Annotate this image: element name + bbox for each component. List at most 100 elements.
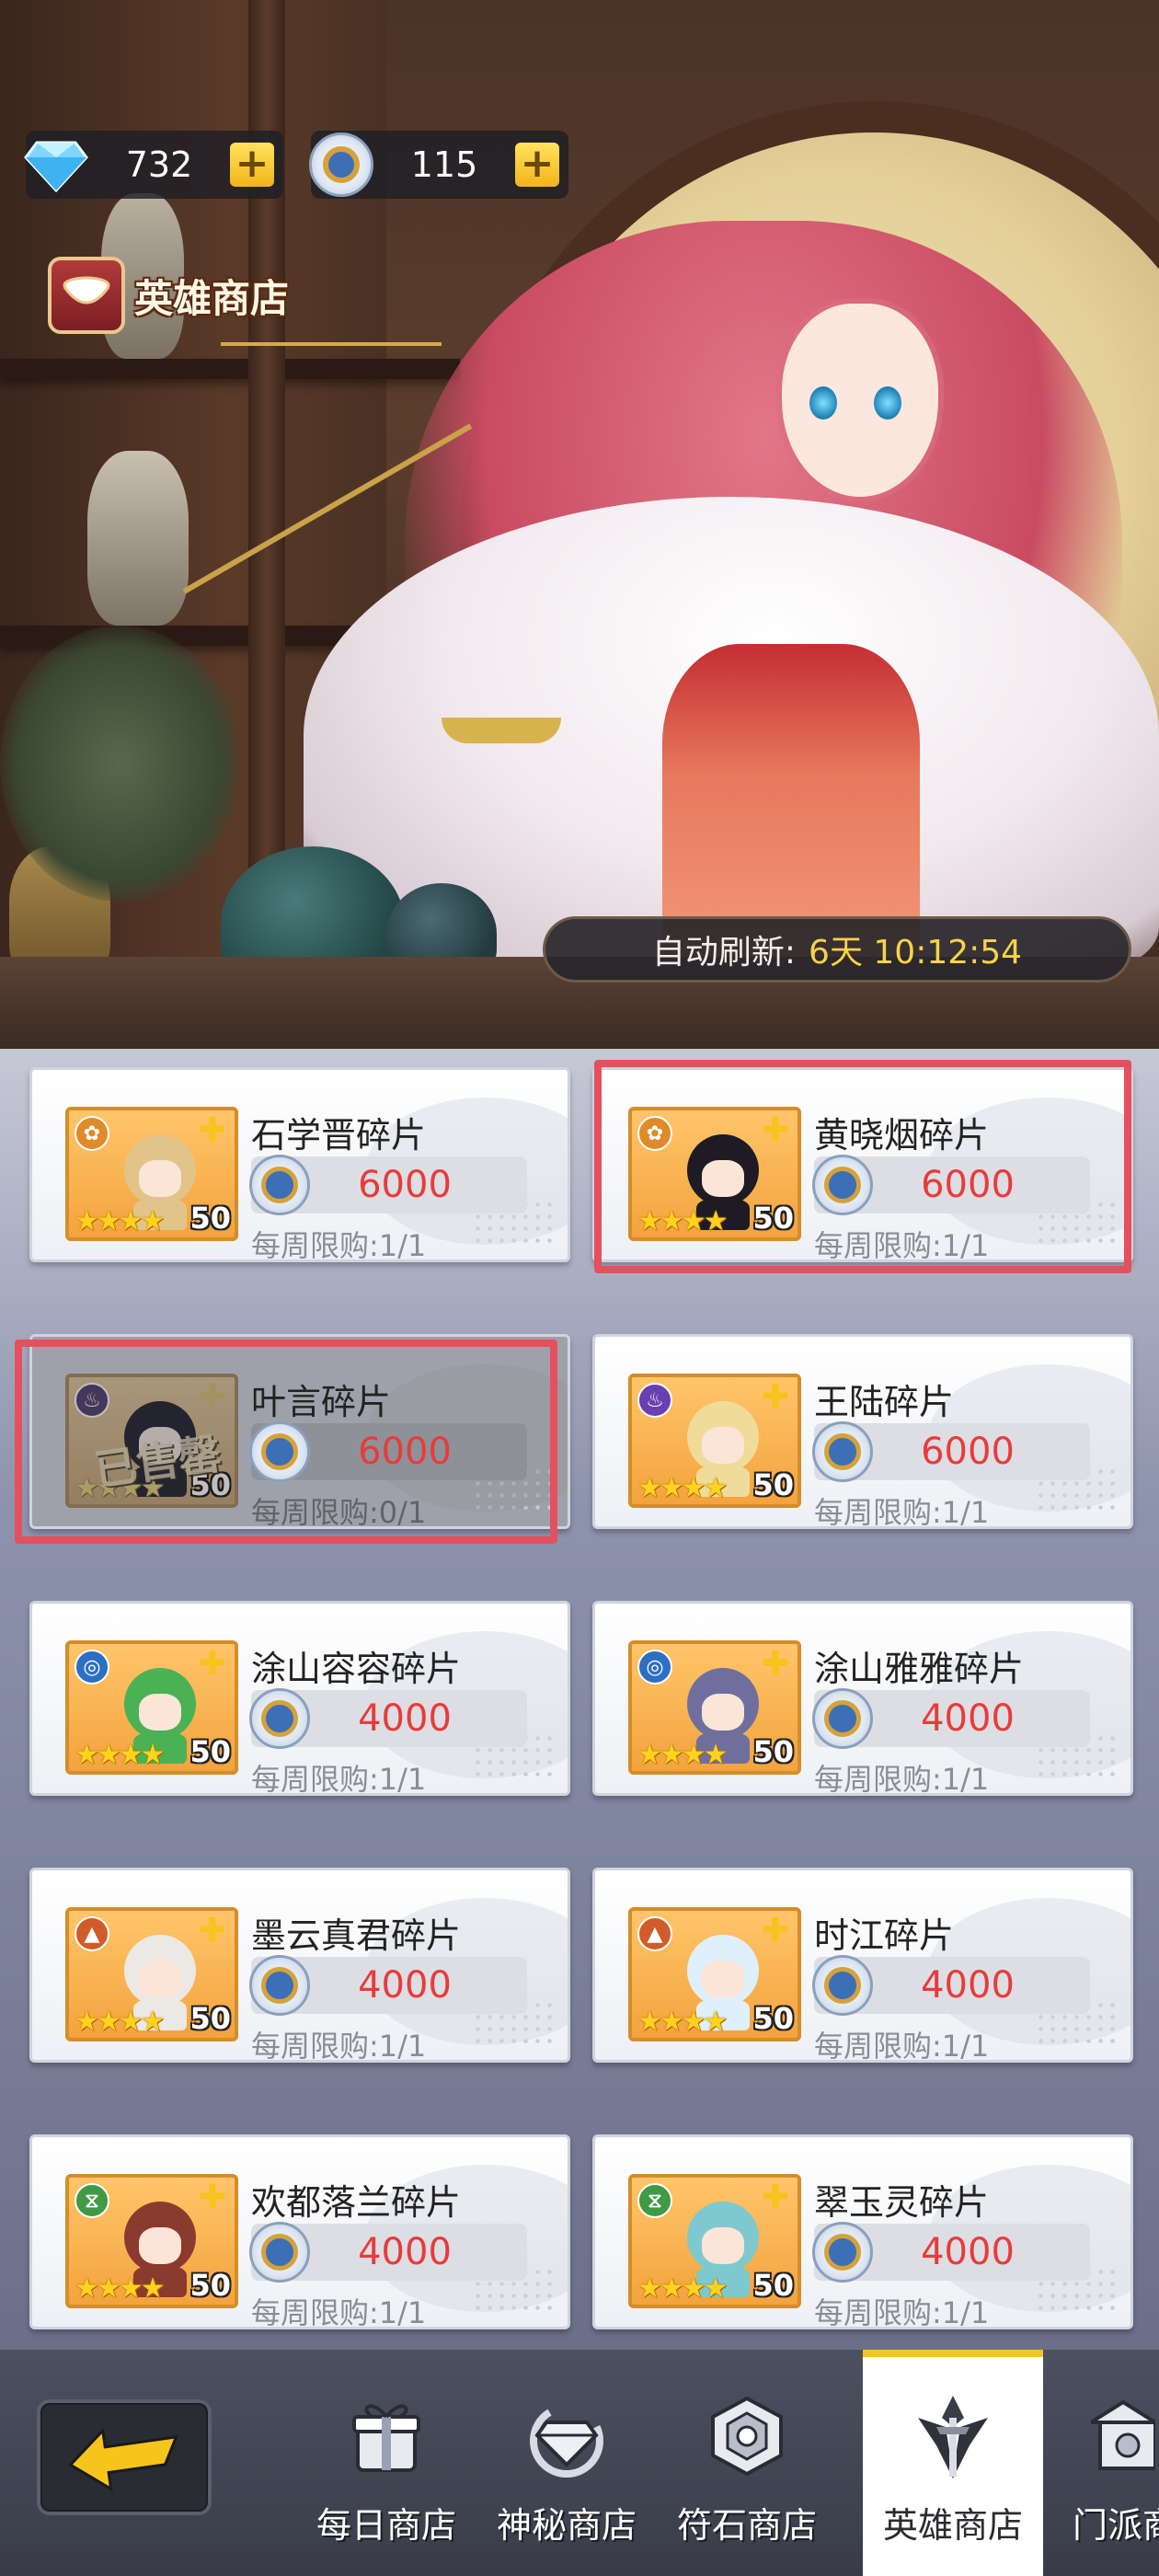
- price-button[interactable]: 6000: [812, 1155, 1090, 1215]
- hero-face: [139, 1961, 181, 1997]
- faction-flame-icon: ♨: [75, 1383, 109, 1418]
- faction-lotus-icon: ✿: [75, 1116, 109, 1151]
- hero-coin-counter: 115 +: [309, 131, 568, 199]
- hero-coin-icon: [249, 1955, 310, 2016]
- item-name: 时江碎片: [814, 1915, 955, 1956]
- item-price: 4000: [921, 2231, 1015, 2273]
- price-button[interactable]: 4000: [249, 2222, 527, 2283]
- item-name: 欢都落兰碎片: [251, 2182, 462, 2223]
- item-price: 6000: [358, 1164, 452, 1206]
- price-button[interactable]: 4000: [249, 1688, 527, 1749]
- diamond-amount: 732: [125, 144, 193, 185]
- hero-face: [139, 1160, 181, 1197]
- hero-coin-icon: [812, 1955, 873, 2016]
- diamond-icon: [521, 2390, 613, 2482]
- balance-scale-pan: [442, 718, 561, 743]
- hero-portrait: ✿ ✚ ★★★★ 50: [65, 1107, 238, 1241]
- item-name: 翠玉灵碎片: [814, 2182, 990, 2223]
- hero-icon: [907, 2390, 999, 2482]
- item-list[interactable]: ✿ ✚ ★★★★ 50 石学晋碎片 6000 每周限购:1/1 ✿ ✚ ★★★★: [0, 1049, 1159, 2346]
- shop-item-card-sold-out[interactable]: ♨ ✚ ★★★★ 50 已售罄 叶言碎片 6000 每周限购:0/1: [29, 1334, 570, 1529]
- hero-level: 50: [189, 2001, 231, 2036]
- weekly-limit: 每周限购:1/1: [814, 1762, 990, 1796]
- tab-daily-shop[interactable]: 每日商店: [296, 2350, 476, 2576]
- faction-swirl-icon: ◎: [637, 1650, 672, 1685]
- faction-mountain-icon: ▲: [75, 1916, 109, 1951]
- price-button[interactable]: 4000: [812, 2222, 1090, 2283]
- hero-face: [702, 1427, 744, 1464]
- hero-level: 50: [189, 2268, 231, 2303]
- item-price: 6000: [921, 1164, 1015, 1206]
- shop-item-card[interactable]: ⧖ ✚ ★★★★ 50 欢都落兰碎片 4000 每周限购:1/1: [29, 2134, 570, 2329]
- vase: [87, 451, 189, 626]
- shop-item-card[interactable]: ⧖ ✚ ★★★★ 50 翠玉灵碎片 4000 每周限购:1/1: [592, 2134, 1133, 2329]
- faction-lotus-icon: ✿: [637, 1116, 672, 1151]
- star-rating: ★★★★: [637, 2006, 729, 2038]
- hero-coin-icon: [249, 1688, 310, 1749]
- hero-level: 50: [752, 2268, 794, 2303]
- rune-icon: [701, 2390, 793, 2482]
- back-arrow-icon: [68, 2427, 178, 2492]
- hero-coin-icon: [249, 1155, 310, 1215]
- shop-item-card[interactable]: ◎ ✚ ★★★★ 50 涂山容容碎片 4000 每周限购:1/1: [29, 1601, 570, 1796]
- item-price: 6000: [358, 1431, 452, 1473]
- tab-label: 神秘商店: [496, 2505, 637, 2546]
- puzzle-piece-icon: ✚: [761, 1912, 790, 1949]
- item-name: 叶言碎片: [251, 1382, 392, 1422]
- faction-hourglass-icon: ⧖: [75, 2183, 109, 2218]
- hero-level: 50: [189, 1201, 231, 1236]
- price-button[interactable]: 4000: [812, 1955, 1090, 2016]
- pavilion-icon: [1091, 2390, 1155, 2482]
- tab-mystery-shop[interactable]: 神秘商店: [476, 2350, 657, 2576]
- puzzle-piece-icon: ✚: [198, 1912, 227, 1949]
- hero-banner: 732 + 115 + 英雄商店 自动刷新: 6天 10:12:54: [0, 0, 1159, 1049]
- shop-item-card[interactable]: ✿ ✚ ★★★★ 50 黄晓烟碎片 6000 每周限购:1/1: [592, 1067, 1133, 1262]
- hero-face: [139, 1694, 181, 1731]
- tab-hero-shop[interactable]: 英雄商店: [863, 2350, 1043, 2576]
- hero-level: 50: [752, 2001, 794, 2036]
- star-rating: ★★★★: [637, 1739, 729, 1771]
- shop-item-card[interactable]: ▲ ✚ ★★★★ 50 时江碎片 4000 每周限购:1/1: [592, 1868, 1133, 2063]
- shop-item-card[interactable]: ▲ ✚ ★★★★ 50 墨云真君碎片 4000 每周限购:1/1: [29, 1868, 570, 2063]
- star-rating: ★★★★: [75, 2272, 166, 2305]
- star-rating: ★★★★: [75, 1205, 166, 1237]
- puzzle-piece-icon: ✚: [761, 1645, 790, 1683]
- shelf: [0, 359, 460, 379]
- hero-portrait: ▲ ✚ ★★★★ 50: [628, 1907, 801, 2041]
- shop-item-card[interactable]: ◎ ✚ ★★★★ 50 涂山雅雅碎片 4000 每周限购:1/1: [592, 1601, 1133, 1796]
- tab-label: 门派商: [1073, 2505, 1159, 2546]
- weekly-limit: 每周限购:1/1: [814, 1495, 990, 1529]
- hero-coin-icon: [812, 1688, 873, 1749]
- add-diamond-button[interactable]: +: [230, 143, 274, 187]
- price-button[interactable]: 6000: [249, 1155, 527, 1215]
- hero-coin-icon: [812, 1421, 873, 1482]
- faction-swirl-icon: ◎: [75, 1650, 109, 1685]
- character-eye: [809, 386, 837, 420]
- shop-item-card[interactable]: ✿ ✚ ★★★★ 50 石学晋碎片 6000 每周限购:1/1: [29, 1067, 570, 1262]
- puzzle-piece-icon: ✚: [198, 1378, 227, 1416]
- price-button[interactable]: 4000: [249, 1955, 527, 2016]
- back-button[interactable]: [37, 2399, 212, 2515]
- puzzle-piece-icon: ✚: [198, 1645, 227, 1683]
- hero-portrait: ✿ ✚ ★★★★ 50: [628, 1107, 801, 1241]
- hero-level: 50: [189, 1734, 231, 1769]
- add-hero-coin-button[interactable]: +: [515, 143, 559, 187]
- price-button[interactable]: 4000: [812, 1688, 1090, 1749]
- tab-sect-shop[interactable]: 门派商: [1043, 2350, 1159, 2576]
- tab-label: 每日商店: [316, 2505, 456, 2546]
- item-price: 4000: [358, 1697, 452, 1740]
- item-price: 4000: [358, 2231, 452, 2273]
- character-face: [782, 304, 938, 497]
- auto-refresh-timer: 自动刷新: 6天 10:12:54: [543, 916, 1131, 983]
- hero-portrait: ⧖ ✚ ★★★★ 50: [628, 2174, 801, 2308]
- hero-portrait: ◎ ✚ ★★★★ 50: [628, 1640, 801, 1775]
- tab-rune-shop[interactable]: 符石商店: [657, 2350, 837, 2576]
- hero-level: 50: [752, 1467, 794, 1502]
- star-rating: ★★★★: [637, 1472, 729, 1504]
- star-rating: ★★★★: [75, 2006, 166, 2038]
- price-button[interactable]: 6000: [812, 1421, 1090, 1482]
- faction-flame-icon: ♨: [637, 1383, 672, 1418]
- weekly-limit: 每周限购:1/1: [814, 2029, 990, 2063]
- puzzle-piece-icon: ✚: [761, 2179, 790, 2216]
- shop-item-card[interactable]: ♨ ✚ ★★★★ 50 王陆碎片 6000 每周限购:1/1: [592, 1334, 1133, 1529]
